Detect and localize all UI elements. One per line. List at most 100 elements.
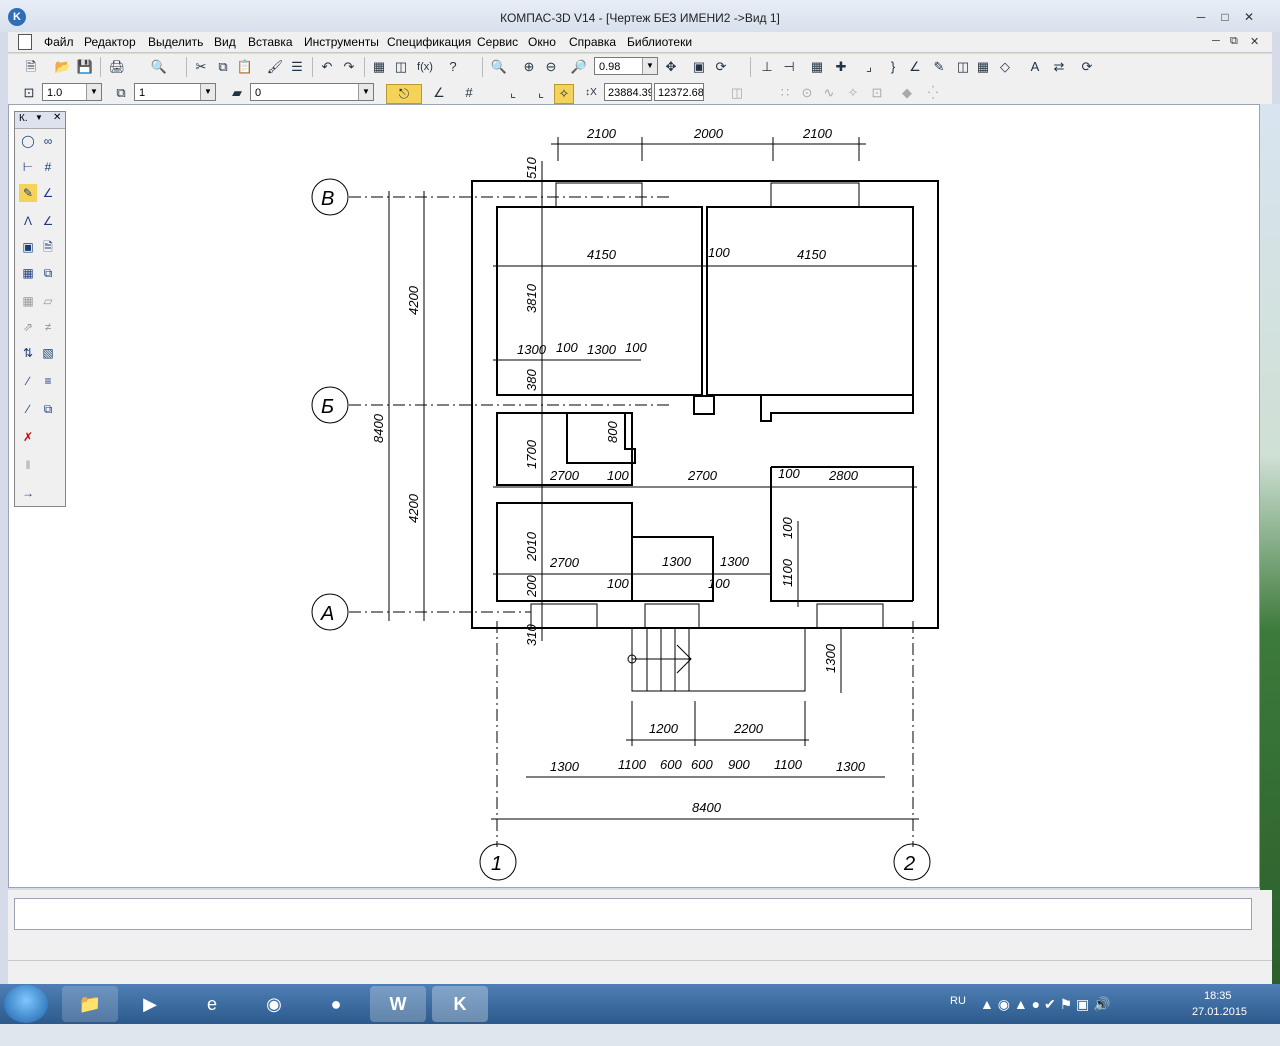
print-icon[interactable]: 🖨 [108,58,126,76]
word-task-icon[interactable]: W [370,986,426,1022]
style-combo[interactable]: 0 ▼ [250,83,374,101]
point-icon[interactable]: ∞ [39,132,57,150]
menu-tools[interactable]: Инструменты [304,35,379,49]
menu-help[interactable]: Справка [569,35,616,49]
zoom-scale-icon[interactable]: 🔎 [570,58,588,76]
local-cs-icon[interactable]: ⌞ [504,84,522,102]
open-file-icon[interactable]: 📂 [54,58,72,76]
media-player-task-icon[interactable]: ▶ [122,986,178,1022]
kompas-task-icon[interactable]: K [432,986,488,1022]
function-icon[interactable]: f(x) [416,58,434,76]
clock-date[interactable]: 27.01.2015 [1192,1006,1247,1046]
menu-libraries[interactable]: Библиотеки [627,35,692,49]
minimize-button[interactable]: ─ [1192,10,1210,24]
axis-icon[interactable]: ≡ [39,372,57,390]
undo-icon[interactable]: ↶ [318,58,336,76]
menu-edit[interactable]: Редактор [84,35,136,49]
snap-tangent-icon[interactable]: ∿ [820,84,838,102]
refresh-icon[interactable]: ⟳ [712,58,730,76]
leader-icon[interactable]: ⌟ [860,58,878,76]
snap-end-icon[interactable]: ⊡ [868,84,886,102]
menu-specification[interactable]: Спецификация [387,35,471,49]
doc-minimize-button[interactable]: ─ [1212,35,1220,47]
tree-icon[interactable]: → [19,484,37,502]
zoom-combo[interactable]: 0.98 ▼ [594,57,658,75]
fragment-icon[interactable]: ⧉ [39,400,57,418]
chevron-down-icon[interactable]: ▼ [35,113,43,122]
cursor-snap-icon[interactable]: ✧ [554,84,574,104]
constraint-icon[interactable]: ⊥ [758,58,776,76]
coord-x-field[interactable]: 23884.39 [604,83,652,101]
doc-restore-button[interactable]: ⧉ [1230,35,1238,48]
doc-close-button[interactable]: ✕ [1250,35,1259,48]
param-icon[interactable]: ◫ [728,84,746,102]
language-indicator[interactable]: RU [950,995,966,1035]
insert-fragment-icon[interactable]: ✚ [832,58,850,76]
help-pointer-icon[interactable]: ? [444,58,462,76]
close-icon[interactable]: ✕ [53,112,61,123]
properties-icon[interactable]: ☰ [288,58,306,76]
chevron-down-icon[interactable]: ▼ [86,84,101,100]
delete-icon[interactable]: ✗ [19,428,37,446]
recorder-task-icon[interactable]: ● [308,986,364,1022]
layer-icon[interactable]: ⧉ [112,84,130,102]
show-all-icon[interactable]: ▣ [690,58,708,76]
cut-icon[interactable]: ✂ [192,58,210,76]
measure-icon[interactable]: ∠ [39,212,57,230]
select-icon[interactable]: ▣ [19,238,37,256]
snap-mid-icon[interactable]: ◆ [898,84,916,102]
layers-icon[interactable]: ⧉ [39,264,57,282]
snap-group-icon[interactable]: ⁛ [924,84,942,102]
geometry-icon[interactable]: ◯ [19,132,37,150]
menu-view[interactable]: Вид [214,35,236,49]
menu-window[interactable]: Окно [528,35,556,49]
chrome-task-icon[interactable]: ◉ [246,986,302,1022]
move-icon[interactable]: ⇅ [19,344,37,362]
mark-icon[interactable]: ◫ [954,58,972,76]
format-brush-icon[interactable]: 🖌 [266,58,284,76]
table-edit-icon[interactable]: ▧ [39,344,57,362]
rebuild-icon[interactable]: ⟳ [1078,58,1096,76]
ortho-icon[interactable]: ∠ [430,84,448,102]
grid-toggle-icon[interactable]: # [460,84,478,102]
maximize-button[interactable]: □ [1216,10,1234,24]
diamond-icon[interactable]: ◇ [996,58,1014,76]
zoom-in-icon[interactable]: ⊕ [520,58,538,76]
variables-icon[interactable]: ◫ [392,58,410,76]
slash-icon[interactable]: ≠ [39,318,57,336]
command-prompt-field[interactable] [14,898,1252,930]
copy-icon[interactable]: ⧉ [214,58,232,76]
explorer-task-icon[interactable]: 📁 [62,986,118,1022]
associative-view-icon[interactable]: ▦ [19,292,37,310]
zoom-out-icon[interactable]: ⊖ [542,58,560,76]
fix-point-icon[interactable]: ⊣ [780,58,798,76]
text-icon[interactable]: ✎ [930,58,948,76]
grid-fill-icon[interactable]: # [39,158,57,176]
drawing-canvas[interactable]: В Б А 1 2 2100 2000 2100 8400 4200 4200 … [8,104,1260,888]
menu-insert[interactable]: Вставка [248,35,293,49]
designation-icon[interactable]: ✎ [19,184,37,202]
redo-icon[interactable]: ↷ [340,58,358,76]
tray-icons[interactable]: ▲ ◉ ▲ ● ✔ ⚑ ▣ 🔊 [980,996,1111,1036]
round-icon[interactable]: ⌞ [532,84,550,102]
style-icon[interactable]: ▰ [228,84,246,102]
align-icon[interactable]: ‖ [19,456,37,474]
layer-combo[interactable]: 1 ▼ [134,83,216,101]
snap-grid-icon[interactable]: ∷ [776,84,794,102]
edit-icon[interactable]: ∠ [39,184,57,202]
report-icon[interactable]: ⇗ [19,318,37,336]
menu-select[interactable]: Выделить [148,35,203,49]
line-icon[interactable]: ∕ [19,400,37,418]
angle-icon[interactable]: ∠ [906,58,924,76]
chevron-down-icon[interactable]: ▼ [642,58,657,74]
dimensions-icon[interactable]: ⊢ [19,158,37,176]
spec-icon[interactable]: 🗎 [39,238,57,256]
chevron-down-icon[interactable]: ▼ [358,84,373,100]
scale-icon[interactable]: ⊡ [20,84,38,102]
param-curve-icon[interactable]: Λ [19,212,37,230]
start-button[interactable] [4,985,48,1023]
snap-center-icon[interactable]: ⊙ [798,84,816,102]
internet-explorer-task-icon[interactable]: e [184,986,240,1022]
zoom-window-icon[interactable]: 🔍 [490,58,508,76]
scale-combo[interactable]: 1.0 ▼ [42,83,102,101]
